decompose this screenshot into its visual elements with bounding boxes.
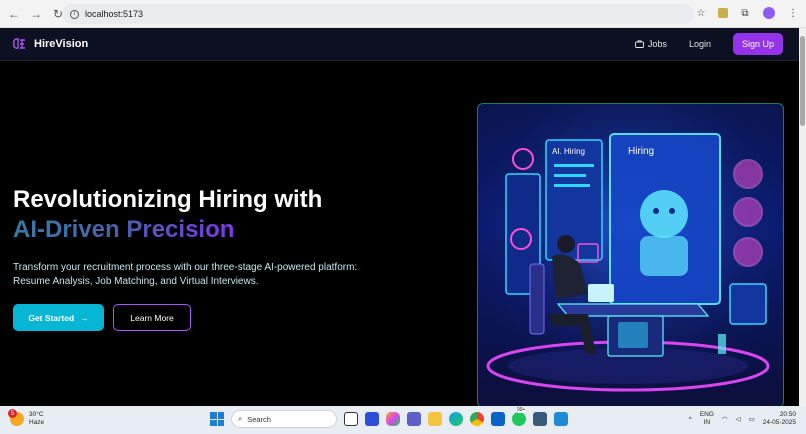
wifi-icon[interactable]: ◠ xyxy=(722,415,728,423)
bookmark-star-icon[interactable]: ☆ xyxy=(694,6,708,20)
extension-icon[interactable] xyxy=(718,8,728,18)
page-scrollbar[interactable] xyxy=(799,28,806,406)
hero-title-line2: AI-Driven Precision xyxy=(13,215,322,245)
ai-hiring-panel-label: AI. Hiring xyxy=(552,147,585,156)
chevron-up-icon[interactable]: ^ xyxy=(689,416,692,423)
app-icon-blue[interactable] xyxy=(365,412,379,426)
brand-name: HireVision xyxy=(34,38,89,50)
vscode-icon[interactable] xyxy=(554,412,568,426)
hero-title: Revolutionizing Hiring with AI-Driven Pr… xyxy=(13,185,322,245)
hero-subtitle-line1: Transform your recruitment process with … xyxy=(13,262,358,273)
weather-desc: Haze xyxy=(29,419,45,426)
hero-illustration: AI. Hiring Hiring xyxy=(477,103,784,408)
language-indicator[interactable]: ENG IN xyxy=(700,411,714,427)
clock-date: 24-05-2025 xyxy=(762,419,796,426)
hiring-panel-label: Hiring xyxy=(628,146,654,157)
hero-section: Revolutionizing Hiring with AI-Driven Pr… xyxy=(0,61,799,408)
signup-button[interactable]: Sign Up xyxy=(732,33,783,55)
briefcase-icon xyxy=(634,40,644,48)
browser-menu-icon[interactable]: ⋮ xyxy=(786,6,800,20)
learn-more-button[interactable]: Learn More xyxy=(113,304,191,331)
hero-subtitle: Transform your recruitment process with … xyxy=(13,261,393,289)
back-button[interactable]: ← xyxy=(6,6,22,22)
outlook-icon[interactable] xyxy=(491,412,505,426)
chrome-icon[interactable] xyxy=(470,412,484,426)
forward-button[interactable]: → xyxy=(28,6,44,22)
weather-badge: 5 xyxy=(8,409,17,418)
windows-start-icon[interactable] xyxy=(210,412,224,426)
brand-logo[interactable]: HireVision xyxy=(12,36,88,52)
lang-top: ENG xyxy=(699,411,714,418)
app-navbar: HireVision Jobs Login Sign Up xyxy=(0,28,799,61)
get-started-button[interactable]: Get Started → xyxy=(13,304,104,331)
notes-icon[interactable] xyxy=(533,412,547,426)
copilot-icon[interactable] xyxy=(386,412,400,426)
battery-icon[interactable]: ▭ xyxy=(749,415,755,423)
search-icon: ⌕ xyxy=(238,414,243,423)
edge-icon[interactable] xyxy=(449,412,463,426)
extensions-puzzle-icon[interactable]: ⧉ xyxy=(738,6,752,20)
hero-title-line1: Revolutionizing Hiring with xyxy=(13,186,323,213)
teams-icon[interactable] xyxy=(407,412,421,426)
nav-login-link[interactable]: Login xyxy=(689,39,711,49)
system-clock[interactable]: 20:50 24-05-2025 xyxy=(763,411,796,427)
brain-icon xyxy=(12,38,25,49)
url-text: localhost:5173 xyxy=(85,9,144,19)
whatsapp-icon[interactable]: 99+ xyxy=(512,407,527,426)
browser-toolbar: ← → ↻ i localhost:5173 ☆ ⧉ ⋮ xyxy=(0,0,806,28)
ai-hiring-illustration: AI. Hiring Hiring xyxy=(478,104,783,407)
clock-time: 20:50 xyxy=(779,411,796,418)
windows-taskbar: 5 30°C Haze ⌕ Search 99+ ^ ENG IN ◠ ◁ ▭ … xyxy=(0,406,806,434)
hero-subtitle-line2: Resume Analysis, Job Matching, and Virtu… xyxy=(13,276,259,287)
taskbar-search-input[interactable]: ⌕ Search xyxy=(231,410,337,428)
search-placeholder: Search xyxy=(247,414,271,424)
scrollbar-thumb[interactable] xyxy=(800,36,805,126)
site-info-icon[interactable]: i xyxy=(70,9,79,19)
get-started-label: Get Started xyxy=(28,312,75,323)
nav-jobs-link[interactable]: Jobs xyxy=(634,39,667,49)
volume-icon[interactable]: ◁ xyxy=(736,415,741,423)
arrow-right-icon: → xyxy=(80,312,89,323)
lang-bottom: IN xyxy=(703,419,711,426)
weather-widget[interactable]: 5 30°C Haze xyxy=(8,409,45,427)
weather-temp: 30°C xyxy=(29,411,44,418)
address-bar[interactable]: i localhost:5173 xyxy=(62,4,694,24)
notification-badge: 99+ xyxy=(516,407,527,413)
file-explorer-icon[interactable] xyxy=(428,412,442,426)
task-view-icon[interactable] xyxy=(344,412,358,426)
weather-sun-icon: 5 xyxy=(8,409,24,426)
nav-jobs-label: Jobs xyxy=(647,39,667,49)
profile-avatar[interactable] xyxy=(762,6,776,20)
